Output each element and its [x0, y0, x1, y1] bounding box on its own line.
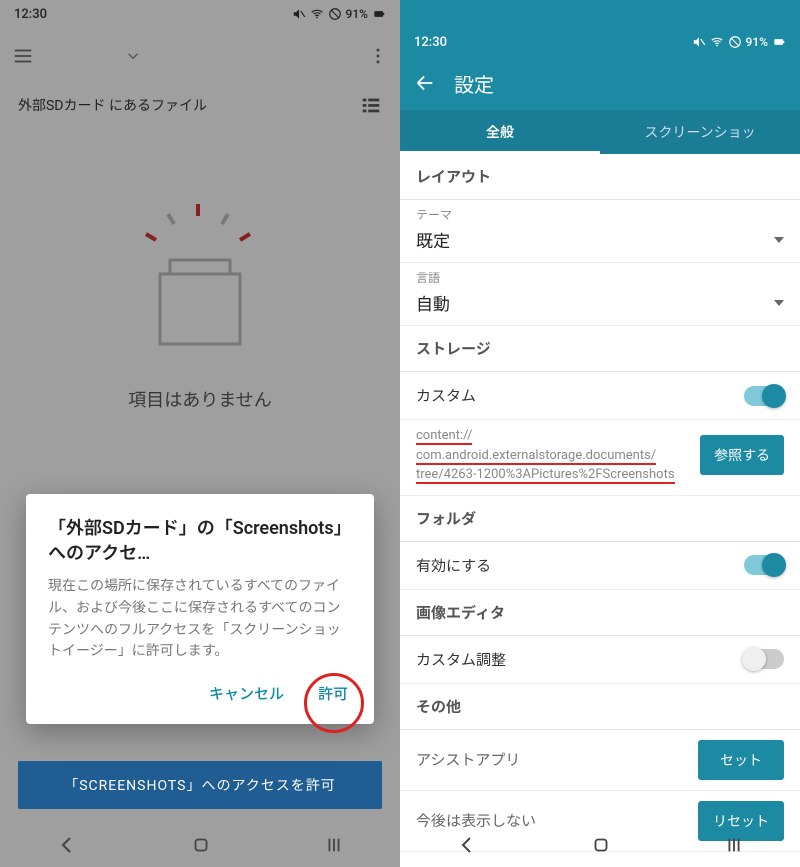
nav-bar	[0, 823, 400, 867]
settings-scroll[interactable]: レイアウト テーマ 既定 言語 自動 ストレージ カスタム content://…	[400, 154, 800, 855]
folder-enable-row: 有効にする	[400, 542, 800, 590]
nav-home-icon[interactable]	[590, 834, 612, 856]
custom-storage-toggle[interactable]	[744, 386, 784, 406]
theme-value: 既定	[416, 227, 450, 252]
browse-button[interactable]: 参照する	[700, 435, 784, 475]
section-other: その他	[400, 684, 800, 730]
nav-recent-icon[interactable]	[323, 834, 345, 856]
dropdown-arrow-icon	[774, 237, 784, 243]
assist-label: アシストアプリ	[416, 749, 520, 770]
custom-storage-toggle-row: カスタム	[400, 372, 800, 420]
cancel-button[interactable]: キャンセル	[205, 677, 288, 710]
status-bar: 12:30 91%	[400, 28, 800, 56]
battery-icon	[372, 7, 386, 21]
dnd-icon	[728, 35, 742, 49]
permission-dialog: 「外部SDカード」の「Screenshots」へのアクセ… 現在この場所に保存さ…	[26, 494, 374, 724]
nav-bar	[400, 823, 800, 867]
battery-text: 91%	[746, 35, 768, 49]
custom-adjust-toggle[interactable]	[744, 649, 784, 669]
right-screenshot: 12:30 91% 設定 全般 スクリーンショッ	[400, 0, 800, 867]
nav-recent-icon[interactable]	[723, 834, 745, 856]
status-icons: 91%	[292, 7, 386, 21]
clock: 12:30	[14, 7, 47, 22]
grant-access-button[interactable]: 「SCREENSHOTS」へのアクセスを許可	[18, 761, 382, 809]
nav-home-icon[interactable]	[190, 834, 212, 856]
assist-set-button[interactable]: セット	[698, 740, 784, 780]
theme-label: テーマ	[400, 200, 800, 223]
section-storage: ストレージ	[400, 326, 800, 372]
section-folder: フォルダ	[400, 496, 800, 542]
assist-row: アシストアプリ セット	[400, 730, 800, 791]
allow-button[interactable]: 許可	[314, 677, 352, 710]
dialog-body: 現在この場所に保存されているすべてのファイル、および今後ここに保存されるすべての…	[48, 576, 352, 663]
wifi-icon	[710, 35, 724, 49]
clock: 12:30	[414, 35, 447, 50]
dialog-title: 「外部SDカード」の「Screenshots」へのアクセ…	[48, 516, 352, 566]
storage-path-row: content:// com.android.externalstorage.d…	[400, 420, 800, 496]
folder-enable-label: 有効にする	[416, 555, 744, 576]
language-value: 自動	[416, 290, 450, 315]
mute-icon	[292, 7, 306, 21]
custom-adjust-row: カスタム調整	[400, 636, 800, 684]
custom-storage-label: カスタム	[416, 385, 744, 406]
battery-text: 91%	[346, 7, 368, 21]
mute-icon	[692, 35, 706, 49]
nav-back-icon[interactable]	[55, 833, 79, 857]
dropdown-arrow-icon	[774, 300, 784, 306]
section-editor: 画像エディタ	[400, 590, 800, 636]
language-select[interactable]: 自動	[400, 286, 800, 326]
theme-select[interactable]: 既定	[400, 223, 800, 263]
page-title: 設定	[454, 69, 494, 98]
settings-appbar: 12:30 91% 設定 全般 スクリーンショッ	[400, 0, 800, 154]
section-layout: レイアウト	[400, 154, 800, 200]
nav-back-icon[interactable]	[455, 833, 479, 857]
tab-general[interactable]: 全般	[400, 110, 600, 154]
tab-bar: 全般 スクリーンショッ	[400, 110, 800, 154]
back-arrow-icon[interactable]	[414, 72, 436, 94]
modal-scrim	[0, 0, 400, 867]
left-screenshot: 外部SDカード にあるファイル	[0, 0, 400, 867]
wifi-icon	[310, 7, 324, 21]
folder-enable-toggle[interactable]	[744, 555, 784, 575]
tab-screenshot[interactable]: スクリーンショッ	[600, 110, 800, 154]
dnd-icon	[328, 7, 342, 21]
status-icons: 91%	[692, 35, 786, 49]
storage-path-text: content:// com.android.externalstorage.d…	[416, 426, 690, 485]
language-label: 言語	[400, 263, 800, 286]
status-bar: 12:30 91%	[0, 0, 400, 28]
battery-icon	[772, 35, 786, 49]
custom-adjust-label: カスタム調整	[416, 649, 744, 670]
